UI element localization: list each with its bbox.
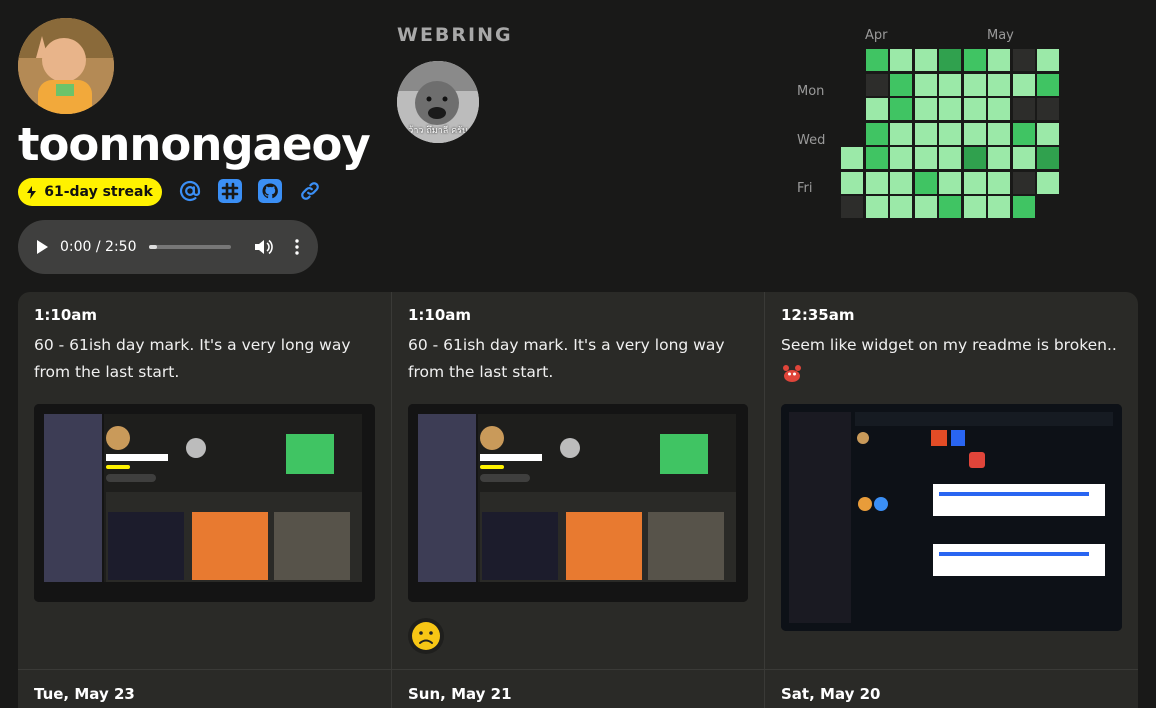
heatmap-cell (939, 122, 961, 145)
heatmap-cell (914, 73, 937, 96)
heatmap-cell (963, 171, 986, 194)
audio-time: 0:00 / 2:50 (60, 239, 137, 255)
heatmap-cell (914, 122, 937, 145)
day-label: Mon (797, 84, 825, 99)
heatmap-cell (914, 147, 937, 169)
day-header: Sat, May 20 (781, 685, 881, 703)
heatmap-cell (988, 98, 1010, 120)
heatmap-cell (841, 147, 863, 169)
post-screenshot[interactable] (408, 404, 748, 602)
post-time: 1:10am (408, 306, 472, 324)
month-label: Apr (865, 28, 888, 43)
post-text: 60 - 61ish day mark. It's a very long wa… (408, 336, 725, 381)
heatmap-cell (939, 49, 961, 71)
heatmap-cell (865, 49, 888, 71)
day-label: Wed (797, 133, 826, 148)
heatmap-cell (841, 171, 863, 194)
heatmap-cell (939, 147, 961, 169)
heatmap-cell (865, 122, 888, 145)
month-label: May (987, 28, 1014, 43)
day-header: Tue, May 23 (34, 685, 135, 703)
heatmap-cell (1012, 98, 1035, 120)
heatmap-cell (963, 196, 986, 218)
heatmap-cell (890, 147, 912, 169)
heatmap-cell (890, 49, 912, 71)
heatmap-cell (988, 122, 1010, 145)
audio-player[interactable]: 0:00 / 2:50 (18, 220, 318, 274)
post-text: 60 - 61ish day mark. It's a very long wa… (34, 336, 351, 381)
heatmap-cell (914, 196, 937, 218)
heatmap-cell (1037, 73, 1059, 96)
more-options-icon[interactable] (294, 239, 299, 255)
heatmap-cell (865, 98, 888, 120)
heatmap-cell (914, 98, 937, 120)
heatmap-cell (1012, 49, 1035, 71)
heatmap-cell (890, 122, 912, 145)
heatmap-cell (939, 73, 961, 96)
heatmap-cell (1037, 98, 1059, 120)
heatmap-cell (988, 171, 1010, 194)
heatmap-cell (1012, 171, 1035, 194)
heatmap-cell (890, 171, 912, 194)
day-header: Sun, May 21 (408, 685, 512, 703)
heatmap-cell (939, 98, 961, 120)
volume-icon[interactable] (254, 239, 273, 255)
heatmap-cell (865, 171, 888, 194)
feed-grid: 1:10am 60 - 61ish day mark. It's a very … (18, 292, 1138, 708)
heatmap-cell (1037, 171, 1059, 194)
frown-emoji[interactable] (408, 618, 444, 654)
audio-progress (148, 245, 157, 249)
webring-title: WEBRING (397, 24, 513, 46)
audio-seek-bar[interactable] (148, 245, 231, 249)
heatmap-cell (1012, 122, 1035, 145)
heatmap-cell (890, 98, 912, 120)
heatmap-cell (865, 147, 888, 169)
heatmap-cell (1037, 147, 1059, 169)
streak-label: 61-day streak (44, 184, 153, 200)
heatmap-cell (865, 196, 888, 218)
at-icon[interactable] (178, 179, 202, 203)
lightning-icon (27, 185, 37, 199)
day-label: Fri (797, 181, 813, 196)
link-icon[interactable] (298, 179, 322, 203)
heatmap-cell (963, 147, 986, 169)
webring-avatar[interactable]: ว้าว ถึมาลี ครับ (397, 61, 479, 143)
heatmap-cell (914, 171, 937, 194)
streak-badge[interactable]: 61-day streak (18, 178, 162, 206)
webring-caption: ว้าว ถึมาลี ครับ (408, 126, 468, 136)
heatmap-cell (963, 49, 986, 71)
post-screenshot[interactable] (781, 404, 1122, 631)
heatmap-cell (914, 49, 937, 71)
heatmap-cell (1012, 147, 1035, 169)
slack-icon[interactable] (218, 179, 242, 203)
heatmap-cell (988, 49, 1010, 71)
heatmap-cell (963, 122, 986, 145)
play-icon[interactable] (36, 240, 48, 254)
post-time: 1:10am (34, 306, 98, 324)
contribution-heatmap: Apr May Mon Wed Fri (797, 24, 1097, 224)
github-icon[interactable] (258, 179, 282, 203)
heatmap-cell (963, 73, 986, 96)
heatmap-cell (1037, 49, 1059, 71)
heatmap-cell (988, 196, 1010, 218)
heatmap-cell (939, 171, 961, 194)
post-text: Seem like widget on my readme is broken.… (781, 336, 1117, 354)
heatmap-cell (988, 147, 1010, 169)
heatmap-cell (1012, 73, 1035, 96)
heatmap-cell (1037, 122, 1059, 145)
crab-emoji (783, 365, 801, 382)
post-screenshot[interactable] (34, 404, 375, 602)
heatmap-cell (865, 73, 888, 96)
username: toonnongaeoy (18, 118, 371, 171)
post-time: 12:35am (781, 306, 855, 324)
heatmap-cell (890, 73, 912, 96)
heatmap-cell (988, 73, 1010, 96)
heatmap-grid (841, 49, 1087, 218)
heatmap-cell (939, 196, 961, 218)
heatmap-cell (1012, 196, 1035, 218)
profile-avatar (18, 18, 114, 114)
heatmap-cell (963, 98, 986, 120)
heatmap-cell (890, 196, 912, 218)
heatmap-cell (841, 196, 863, 218)
